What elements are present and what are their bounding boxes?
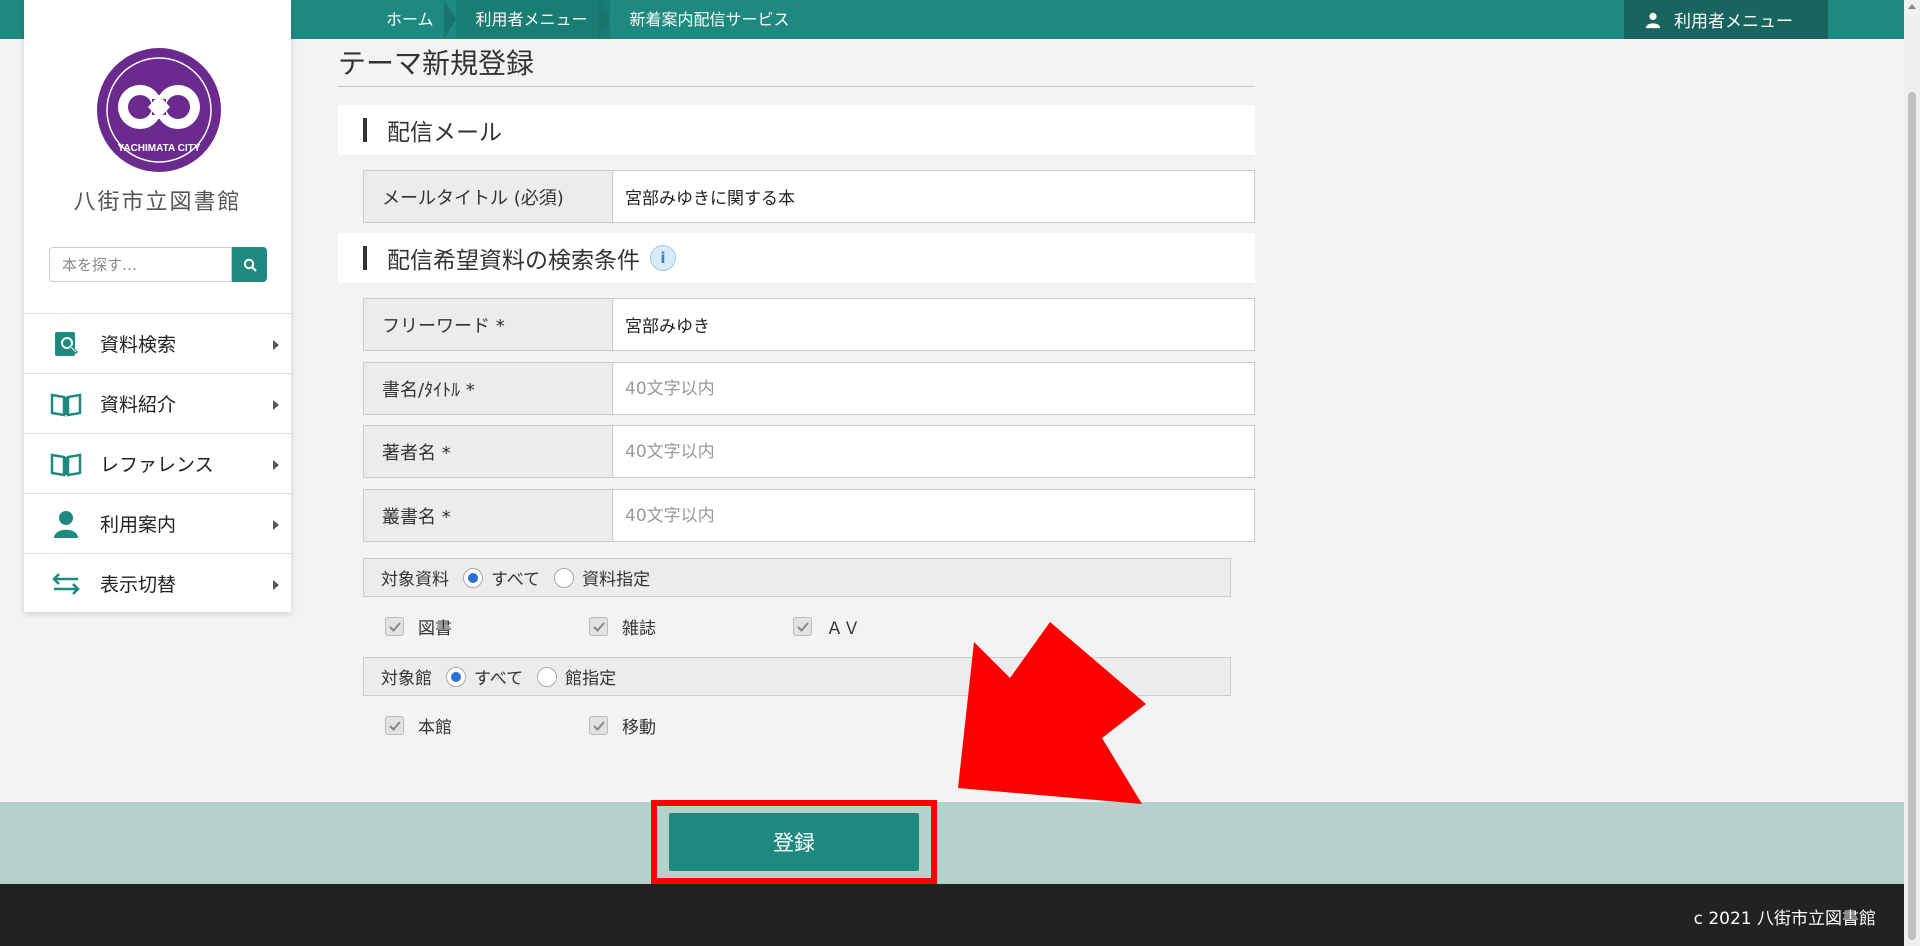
radio-library-all[interactable] — [446, 666, 466, 687]
scroll-up-icon[interactable] — [1908, 4, 1916, 9]
booktitle-label: 書名/ﾀｲﾄﾙ * — [364, 363, 613, 414]
info-icon[interactable]: i — [650, 245, 676, 271]
booktitle-input[interactable] — [613, 363, 1254, 414]
search-button[interactable] — [232, 247, 267, 282]
action-bar — [0, 802, 1904, 884]
section-bar — [363, 246, 367, 270]
person-icon — [50, 508, 82, 540]
check-av[interactable]: ＡＶ — [793, 614, 860, 639]
swap-arrows-icon — [50, 568, 82, 600]
author-row: 著者名 * — [363, 425, 1255, 478]
annotation-arrow-icon — [958, 622, 1146, 804]
checkbox[interactable] — [589, 716, 608, 735]
radio-label: すべて — [474, 669, 524, 689]
series-label: 叢書名 * — [364, 490, 613, 541]
checkbox[interactable] — [385, 617, 404, 636]
radio-material-all[interactable] — [463, 567, 483, 588]
caret-right-icon — [273, 400, 279, 410]
radio-library-specify[interactable] — [537, 666, 558, 687]
search-icon — [243, 258, 257, 272]
series-input[interactable] — [613, 490, 1254, 541]
search-input[interactable] — [49, 247, 232, 282]
person-icon — [1645, 12, 1661, 28]
check-label: ＡＶ — [826, 619, 860, 639]
check-label: 移動 — [622, 718, 656, 738]
series-row: 叢書名 * — [363, 489, 1255, 542]
check-label: 雑誌 — [622, 619, 656, 639]
sidebar-nav: 資料検索 資料紹介 レファレンス 利用案内 表示切替 — [24, 313, 291, 613]
target-material-row: 対象資料 すべて 資料指定 — [363, 558, 1231, 597]
check-magazine[interactable]: 雑誌 — [589, 614, 656, 639]
sidebar-item-label: 資料紹介 — [100, 394, 177, 416]
check-label: 本館 — [418, 718, 452, 738]
page-title: テーマ新規登録 — [338, 47, 535, 80]
caret-right-icon — [273, 520, 279, 530]
mail-title-input[interactable] — [613, 171, 1254, 222]
radio-material-specify[interactable] — [554, 567, 575, 588]
sidebar-item-guide[interactable]: 利用案内 — [24, 493, 291, 553]
breadcrumb-current: 新着案内配信サービス — [629, 10, 790, 29]
freeword-input[interactable] — [613, 299, 1254, 350]
open-book-icon — [50, 388, 82, 420]
sidebar-item-label: 資料検索 — [100, 334, 177, 356]
library-name: 八街市立図書館 — [73, 190, 242, 215]
mail-title-label: メールタイトル (必須) — [364, 171, 613, 222]
svg-text:YACHIMATA CITY: YACHIMATA CITY — [118, 143, 201, 154]
scroll-thumb[interactable] — [1908, 92, 1916, 940]
copyright: c 2021 八街市立図書館 — [1693, 909, 1876, 929]
open-book-icon — [50, 448, 82, 480]
booktitle-row: 書名/ﾀｲﾄﾙ * — [363, 362, 1255, 415]
city-logo[interactable]: YACHIMATA CITY — [96, 47, 222, 173]
radio-label: すべて — [491, 570, 541, 590]
breadcrumb-user-menu[interactable]: 利用者メニュー — [455, 0, 610, 39]
section-title: 配信希望資料の検索条件 — [387, 248, 640, 274]
sidebar-item-label: 利用案内 — [100, 514, 177, 536]
user-menu-button[interactable]: 利用者メニュー — [1624, 0, 1828, 39]
scrollbar[interactable] — [1904, 0, 1920, 946]
footer: c 2021 八街市立図書館 — [0, 884, 1904, 946]
target-material-label: 対象資料 — [381, 570, 449, 590]
sidebar-item-label: 表示切替 — [100, 574, 177, 596]
check-label: 図書 — [418, 619, 452, 639]
sidebar-item-search[interactable]: 資料検索 — [24, 313, 291, 373]
sidebar: YACHIMATA CITY 八街市立図書館 資料検索 資料紹介 レファレンス — [24, 0, 291, 612]
author-input[interactable] — [613, 426, 1254, 477]
checkbox[interactable] — [793, 617, 812, 636]
mail-title-row: メールタイトル (必須) — [363, 170, 1255, 223]
book-search-icon — [50, 328, 82, 360]
freeword-label: フリーワード * — [364, 299, 613, 350]
register-button[interactable]: 登録 — [669, 813, 919, 871]
radio-label: 資料指定 — [582, 570, 651, 590]
section-bar — [363, 118, 367, 142]
sidebar-item-introduction[interactable]: 資料紹介 — [24, 373, 291, 433]
breadcrumb: ホーム 利用者メニュー 新着案内配信サービス — [366, 0, 812, 39]
breadcrumb-home[interactable]: ホーム — [366, 0, 456, 39]
target-library-label: 対象館 — [381, 669, 432, 689]
user-menu-label: 利用者メニュー — [1674, 12, 1793, 32]
section-title: 配信メール — [387, 120, 502, 146]
caret-right-icon — [273, 580, 279, 590]
check-book[interactable]: 図書 — [385, 614, 452, 639]
sidebar-item-label: レファレンス — [100, 454, 214, 476]
title-divider — [338, 86, 1255, 87]
checkbox[interactable] — [385, 716, 404, 735]
caret-right-icon — [273, 340, 279, 350]
section-search-conditions: 配信希望資料の検索条件 i — [338, 233, 1255, 283]
check-mobile-library[interactable]: 移動 — [589, 713, 656, 738]
author-label: 著者名 * — [364, 426, 613, 477]
checkbox[interactable] — [589, 617, 608, 636]
sidebar-item-reference[interactable]: レファレンス — [24, 433, 291, 493]
check-main-library[interactable]: 本館 — [385, 713, 452, 738]
caret-right-icon — [273, 460, 279, 470]
section-mail: 配信メール — [338, 105, 1255, 155]
sidebar-item-display-toggle[interactable]: 表示切替 — [24, 553, 291, 613]
radio-label: 館指定 — [565, 669, 617, 689]
freeword-row: フリーワード * — [363, 298, 1255, 351]
